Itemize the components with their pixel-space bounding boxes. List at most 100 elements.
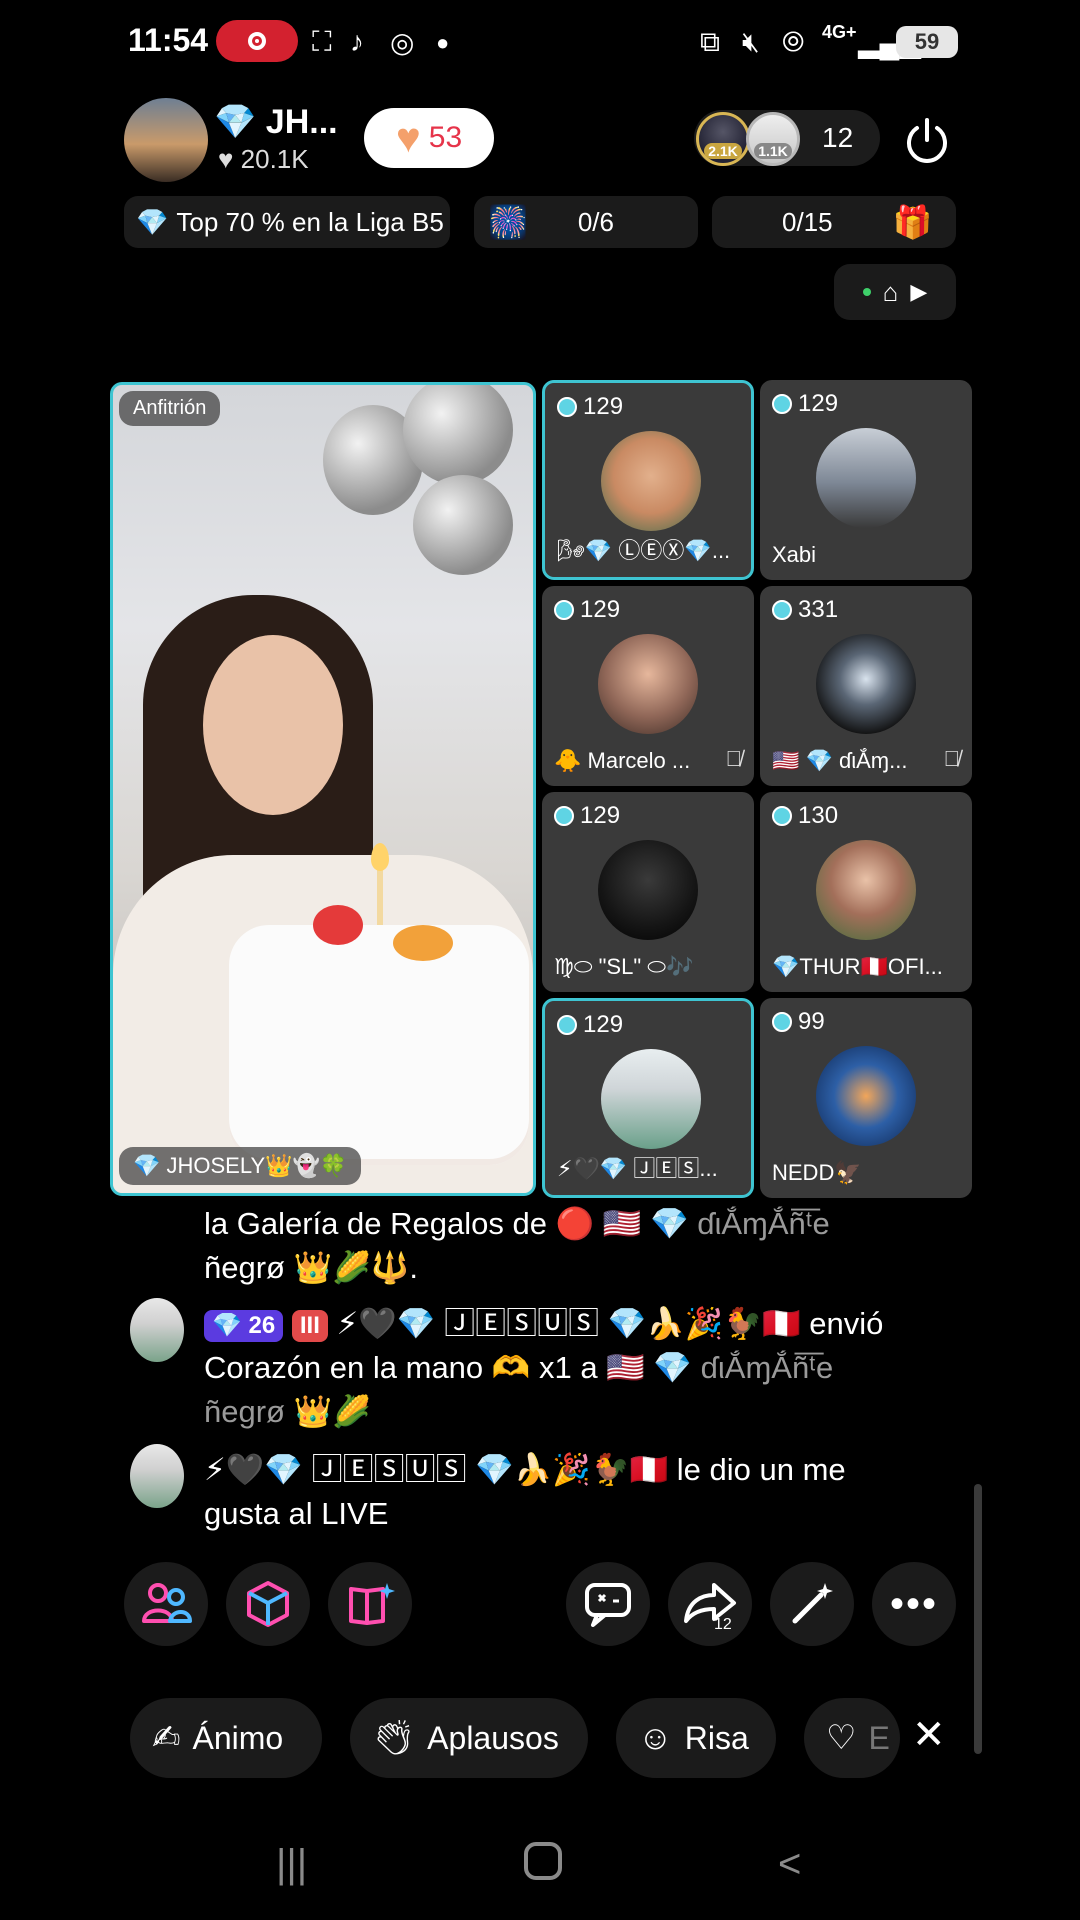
diamond-icon: 💎 [136, 206, 169, 237]
reaction-aplausos[interactable]: 👏︎ Aplausos [350, 1698, 588, 1778]
reaction-animo[interactable]: ✍︎ Ánimo [130, 1698, 322, 1778]
reaction-label: Risa [684, 1719, 749, 1756]
host-likes: ♥ 20.1K [218, 144, 309, 174]
chat-text: la Galería de Regalos de 🔴 🇺🇸 💎 [204, 1206, 689, 1241]
like-button[interactable]: ♥ 53 [364, 108, 494, 168]
chat-avatar[interactable] [130, 1298, 184, 1362]
guest-score: 129 [580, 802, 621, 829]
chat-mention: ɗιẮɱẮñ͞ᵗe [697, 1206, 830, 1241]
effects-button[interactable] [770, 1562, 854, 1646]
play-icon: ▶ [910, 279, 928, 304]
cake [229, 925, 529, 1165]
guest-name: ♍⬭ "SL" ⬭🎶 [554, 954, 694, 979]
guest-tile[interactable]: 129 🐥 Marcelo ... 🎙̸ [542, 586, 754, 786]
guest-name: Xabi [772, 542, 817, 567]
chat-text: Corazón en la mano 🫶 x1 a 🇺🇸 💎 [204, 1350, 693, 1385]
close-icon[interactable]: ✕ [912, 1712, 946, 1758]
battery-indicator: 59 [896, 26, 958, 58]
guest-tile[interactable]: 331 🇺🇸 💎 ɗιẮɱ... 🎙̸ [760, 586, 972, 786]
guest-name: 🐥 Marcelo ... [554, 748, 691, 773]
host-video-tile[interactable]: Anfitrión 💎 JHOSELY👑👻🍀 [110, 382, 536, 1196]
guest-name: 🌬💎 ⓁⒺⓍ💎... [557, 538, 731, 563]
cheer-icon: ✍︎ [152, 1719, 181, 1757]
guest-name: 💎THUR🇵🇪OFI... [772, 954, 943, 979]
balloon-decoration [313, 385, 533, 585]
reaction-partial[interactable]: ♡ E [804, 1698, 900, 1778]
guest-tile[interactable]: 129 ♍⬭ "SL" ⬭🎶 [542, 792, 754, 992]
coin-icon [772, 394, 792, 414]
home-icon[interactable] [524, 1842, 562, 1880]
chat-text: ⚡🖤💎 🄹🄴🅂🅄🅂 💎🍌🎉🐓🇵🇪 le dio un me [204, 1452, 846, 1487]
share-button[interactable]: 12 [668, 1562, 752, 1646]
coin-icon [772, 1012, 792, 1032]
coin-icon [772, 806, 792, 826]
guest-tile[interactable]: 129 Xabi [760, 380, 972, 580]
guest-score: 130 [798, 802, 839, 829]
guest-score: 331 [798, 596, 839, 623]
top-viewer-1-score: 2.1K [704, 143, 742, 159]
guest-avatar [598, 840, 698, 940]
candle-flame-icon [371, 843, 389, 871]
guest-avatar [816, 634, 916, 734]
tiktok-icon: ♪ [350, 26, 364, 57]
guest-name: NEDD🦅 [772, 1160, 862, 1185]
more-button[interactable]: ••• [872, 1562, 956, 1646]
coin-icon [554, 600, 574, 620]
coin-icon [554, 806, 574, 826]
mic-off-icon: 🎙̸ [725, 746, 743, 771]
users-icon [142, 1583, 192, 1623]
host-face [203, 635, 343, 815]
reaction-risa[interactable]: ☺ Risa [616, 1698, 776, 1778]
chat-scrollbar[interactable] [974, 1484, 982, 1754]
box-button[interactable] [226, 1562, 310, 1646]
host-tile-name: 💎 JHOSELY👑👻🍀 [119, 1147, 362, 1185]
back-icon[interactable]: < [778, 1842, 801, 1887]
screen-record-icon[interactable] [216, 20, 298, 62]
chat-bubble-icon [585, 1583, 631, 1627]
guest-score: 129 [798, 390, 839, 417]
fan-badge: III [291, 1309, 328, 1342]
viewer-count[interactable]: 12 [822, 122, 853, 154]
mute-icon: 🔇︎ [742, 26, 760, 57]
coin-icon [557, 397, 577, 417]
guest-tile[interactable]: 99 NEDD🦅 [760, 998, 972, 1198]
candle [377, 865, 383, 925]
host-name[interactable]: 💎 JH... [214, 102, 338, 142]
league-pill[interactable]: 💎 Top 70 % en la Liga B5 [124, 196, 450, 248]
camera-pill[interactable]: ⌂ ▶ [834, 264, 956, 320]
guest-avatar [816, 428, 916, 528]
magic-wand-icon [792, 1583, 833, 1624]
guest-tile[interactable]: 129 ⚡🖤💎 🄹🄴🅂... [542, 998, 754, 1198]
guests-button[interactable] [124, 1562, 208, 1646]
guest-avatar [598, 634, 698, 734]
chat-text: ⚡🖤💎 🄹🄴🅂🅄🅂 💎🍌🎉🐓🇵🇪 envió [336, 1306, 884, 1341]
goal-2-value: 0/15 [782, 206, 833, 237]
top-viewer-1[interactable]: 2.1K [696, 112, 750, 166]
guest-name: 🇺🇸 💎 ɗιẮɱ... [772, 748, 908, 773]
book-button[interactable] [328, 1562, 412, 1646]
guest-score: 129 [583, 1011, 624, 1038]
reaction-label: Aplausos [427, 1719, 559, 1756]
host-avatar[interactable] [124, 98, 208, 182]
top-viewer-2[interactable]: 1.1K [746, 112, 800, 166]
top-viewer-2-score: 1.1K [754, 143, 792, 159]
power-icon[interactable] [900, 114, 954, 168]
heart-lips-icon: ♡ [826, 1719, 857, 1757]
guest-score: 129 [580, 596, 621, 623]
network-type: 4G+ [822, 22, 857, 42]
guest-tile[interactable]: 130 💎THUR🇵🇪OFI... [760, 792, 972, 992]
guest-tile[interactable]: 129 🌬💎 ⓁⒺⓍ💎... [542, 380, 754, 580]
chat-avatar[interactable] [130, 1444, 184, 1508]
comment-button[interactable] [566, 1562, 650, 1646]
chat-text: ñegrø 👑🌽🔱. [204, 1250, 419, 1285]
book-sparkle-icon [349, 1583, 395, 1625]
recent-apps-icon[interactable]: ||| [276, 1842, 307, 1887]
clap-icon: 👏︎ [372, 1719, 416, 1757]
chat-mention: ñegrø 👑🌽 [204, 1394, 371, 1429]
cube-icon [247, 1581, 289, 1627]
goal-pill-1[interactable]: 🎆 0/6 [474, 196, 698, 248]
guest-score: 99 [798, 1008, 825, 1035]
goal-pill-2[interactable]: 0/15 🎁 [712, 196, 956, 248]
cake-fruit-2 [393, 925, 453, 961]
gift-box-icon: 🎁 [892, 204, 933, 240]
